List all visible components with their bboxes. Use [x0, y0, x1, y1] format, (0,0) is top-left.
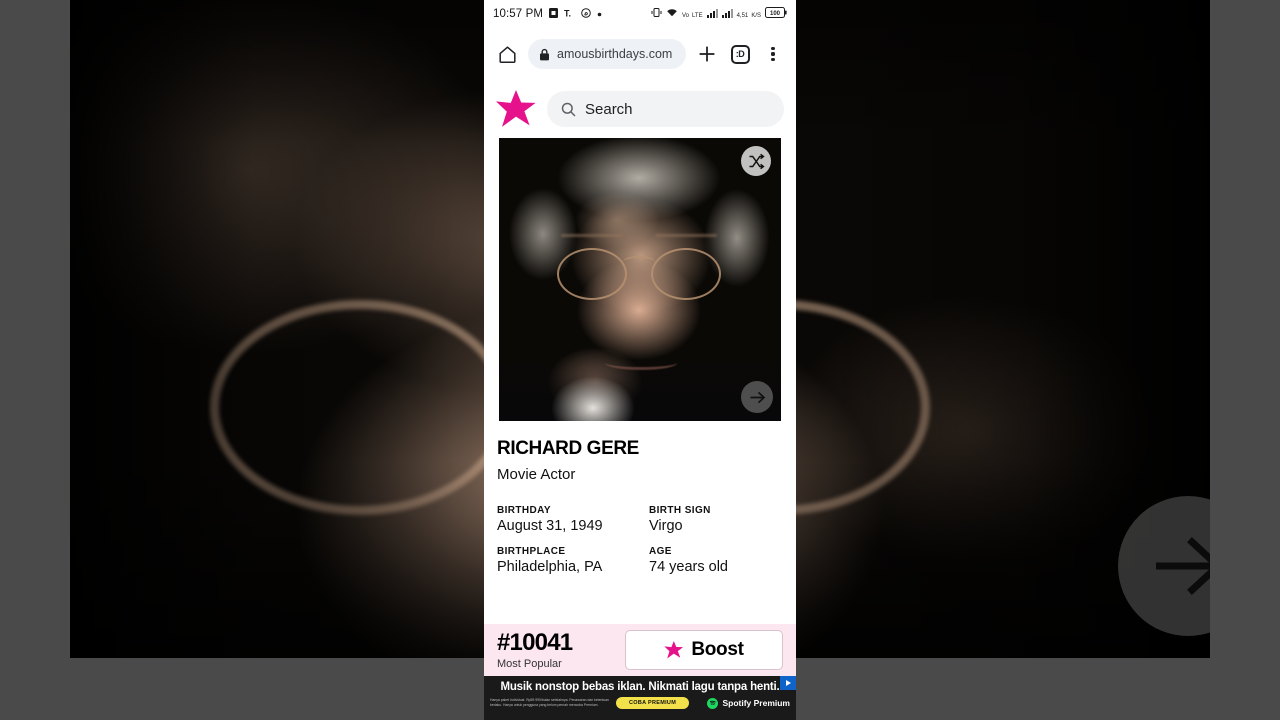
popularity-rank-strip: #10041 Most Popular Boost — [484, 624, 796, 676]
ad-banner[interactable]: Musik nonstop bebas iklan. Nikmati lagu … — [484, 676, 796, 720]
fact-value: August 31, 1949 — [497, 517, 603, 534]
ad-brand: Spotify Premium — [707, 697, 790, 709]
photo-glasses-left-lens — [557, 248, 627, 300]
dot-icon — [597, 8, 602, 20]
fact-label: BIRTHDAY — [497, 504, 551, 516]
lock-icon — [539, 48, 550, 61]
vibrate-icon — [651, 7, 662, 21]
ad-body-row: Hanya paket Individual. Rp59.990/bulan s… — [484, 693, 796, 709]
profile-photo[interactable] — [499, 138, 781, 421]
fact-label: AGE — [649, 545, 672, 557]
search-icon — [561, 102, 576, 117]
fact-birthday: BIRTHDAY August 31, 1949 — [497, 505, 649, 534]
popularity-rank-subtitle: Most Popular — [497, 657, 562, 670]
page-title: RICHARD GERE — [497, 438, 639, 459]
photo-glasses-bridge — [623, 256, 655, 268]
wifi-icon — [666, 7, 678, 21]
shuffle-button[interactable] — [741, 146, 771, 176]
battery-icon: 100 — [765, 7, 787, 21]
site-header: Search — [484, 80, 796, 138]
arrow-right-icon — [748, 388, 767, 407]
sim-card-icon — [549, 7, 559, 21]
photo-glasses-right-lens — [651, 248, 721, 300]
fact-label: BIRTH SIGN — [649, 504, 711, 516]
popularity-rank: #10041 — [497, 628, 573, 656]
threads-icon — [581, 7, 591, 21]
address-bar-url: amousbirthdays.com — [557, 47, 673, 61]
fact-birth-sign: BIRTH SIGN Virgo — [649, 505, 783, 534]
browser-menu-button[interactable] — [761, 42, 785, 66]
browser-toolbar: amousbirthdays.com :D — [484, 28, 796, 80]
profile-occupation: Movie Actor — [497, 465, 576, 483]
photo-shirt-collar — [535, 368, 639, 421]
tab-count-label: :D — [730, 44, 750, 64]
ad-choices-icon[interactable] — [780, 676, 796, 690]
ad-brand-label: Spotify Premium — [722, 698, 790, 708]
photo-eyebrow-right — [655, 234, 717, 237]
fact-birthplace: BIRTHPLACE Philadelphia, PA — [497, 546, 649, 575]
rank-block: #10041 Most Popular — [497, 628, 573, 670]
boost-button-label: Boost — [691, 639, 744, 660]
phone-screen: 10:57 PM T. Vo LTE 4,51 K/S 100 amousbir… — [484, 0, 796, 720]
photo-eyebrow-left — [561, 234, 623, 237]
kebab-menu-icon — [771, 46, 775, 62]
fact-age: AGE 74 years old — [649, 546, 783, 575]
volte-icon: Vo LTE — [682, 9, 703, 20]
svg-text:100: 100 — [770, 11, 781, 17]
network-speed-unit: K/S — [751, 12, 761, 19]
ad-fine-print: Hanya paket Individual. Rp59.990/bulan s… — [490, 697, 609, 707]
tab-switcher-button[interactable]: :D — [728, 42, 752, 66]
signal-bars-icon-secondary — [721, 8, 733, 21]
fact-value: Philadelphia, PA — [497, 558, 603, 575]
profile-facts-grid: BIRTHDAY August 31, 1949 BIRTH SIGN Virg… — [484, 483, 796, 575]
fact-value: Virgo — [649, 517, 683, 534]
volte-sub: LTE — [692, 12, 703, 19]
fact-value: 74 years old — [649, 558, 728, 575]
volte-label: Vo — [681, 12, 689, 19]
search-input[interactable]: Search — [547, 91, 784, 127]
status-bar-clock: 10:57 PM — [493, 8, 544, 20]
new-tab-button[interactable] — [695, 42, 719, 66]
network-speed-value: 4,51 — [736, 12, 749, 19]
address-bar[interactable]: amousbirthdays.com — [528, 39, 686, 69]
search-placeholder: Search — [585, 100, 633, 118]
spotify-icon — [707, 697, 719, 709]
fact-label: BIRTHPLACE — [497, 545, 566, 557]
famous-birthdays-star-logo[interactable] — [496, 90, 536, 127]
ad-headline: Musik nonstop bebas iklan. Nikmati lagu … — [500, 681, 780, 693]
network-speed-indicator: 4,51 K/S — [737, 9, 761, 20]
signal-bars-icon — [706, 8, 718, 21]
profile-name-block: RICHARD GERE Movie Actor — [484, 421, 796, 483]
boost-button[interactable]: Boost — [625, 630, 783, 670]
ad-cta-button[interactable]: COBA PREMIUM — [616, 697, 690, 709]
svg-text:T.: T. — [564, 8, 571, 18]
home-icon[interactable] — [495, 42, 519, 66]
tiktok-icon: T. — [564, 8, 575, 21]
ad-choices-triangle — [785, 680, 791, 686]
next-person-button[interactable] — [741, 381, 773, 413]
star-icon — [664, 641, 684, 659]
status-bar: 10:57 PM T. Vo LTE 4,51 K/S 100 — [484, 0, 796, 28]
shuffle-icon — [748, 153, 765, 170]
